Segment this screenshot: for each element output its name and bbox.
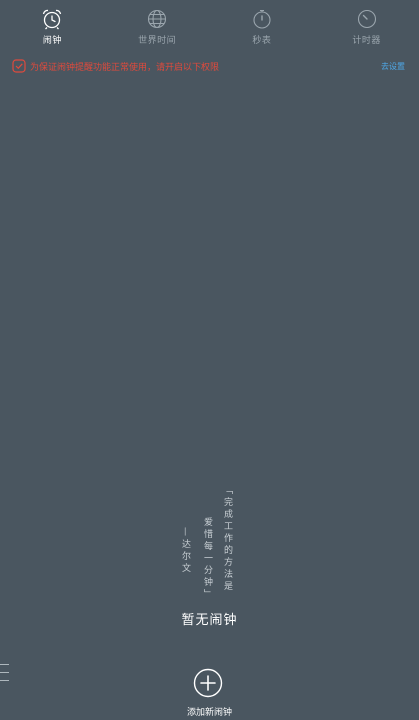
empty-state-title: 暂无闹钟 [181,613,238,628]
tab-timer[interactable]: 计时器 [314,0,419,52]
tab-world-time-label: 世界时间 [138,36,177,46]
quote-line-1: 「完成工作的方法是 [222,485,232,593]
clock-app: 闹钟 世界时间 秒表 计时器 为保证闹钟提醒功能正常使用，请开启以下权限 去设置… [0,0,419,720]
add-alarm-label[interactable]: 添加新闹钟 [0,705,419,718]
tab-stopwatch-label: 秒表 [252,36,272,46]
permission-banner-text: 为保证闹钟提醒功能正常使用，请开启以下权限 [30,63,220,73]
tab-timer-label: 计时器 [352,36,381,46]
quote-line-2: 爱惜每一分钟」 [202,517,212,601]
globe-icon [148,9,167,29]
permission-settings-link[interactable]: 去设置 [381,61,405,72]
tab-alarm-label: 闹钟 [42,36,62,46]
permission-banner: 为保证闹钟提醒功能正常使用，请开启以下权限 去设置 [0,56,419,78]
tab-world-time[interactable]: 世界时间 [105,0,210,52]
tab-stopwatch[interactable]: 秒表 [210,0,315,52]
stopwatch-icon [253,9,271,29]
warning-shield-icon [12,59,26,73]
quote-author: —达尔文 [180,527,190,575]
tab-bar: 闹钟 世界时间 秒表 计时器 [0,0,419,52]
timer-icon [357,9,376,29]
edge-drawer-handle[interactable] [0,664,10,690]
alarm-clock-icon [43,9,62,30]
tab-alarm[interactable]: 闹钟 [0,0,105,52]
plus-circle-icon[interactable] [193,668,223,698]
